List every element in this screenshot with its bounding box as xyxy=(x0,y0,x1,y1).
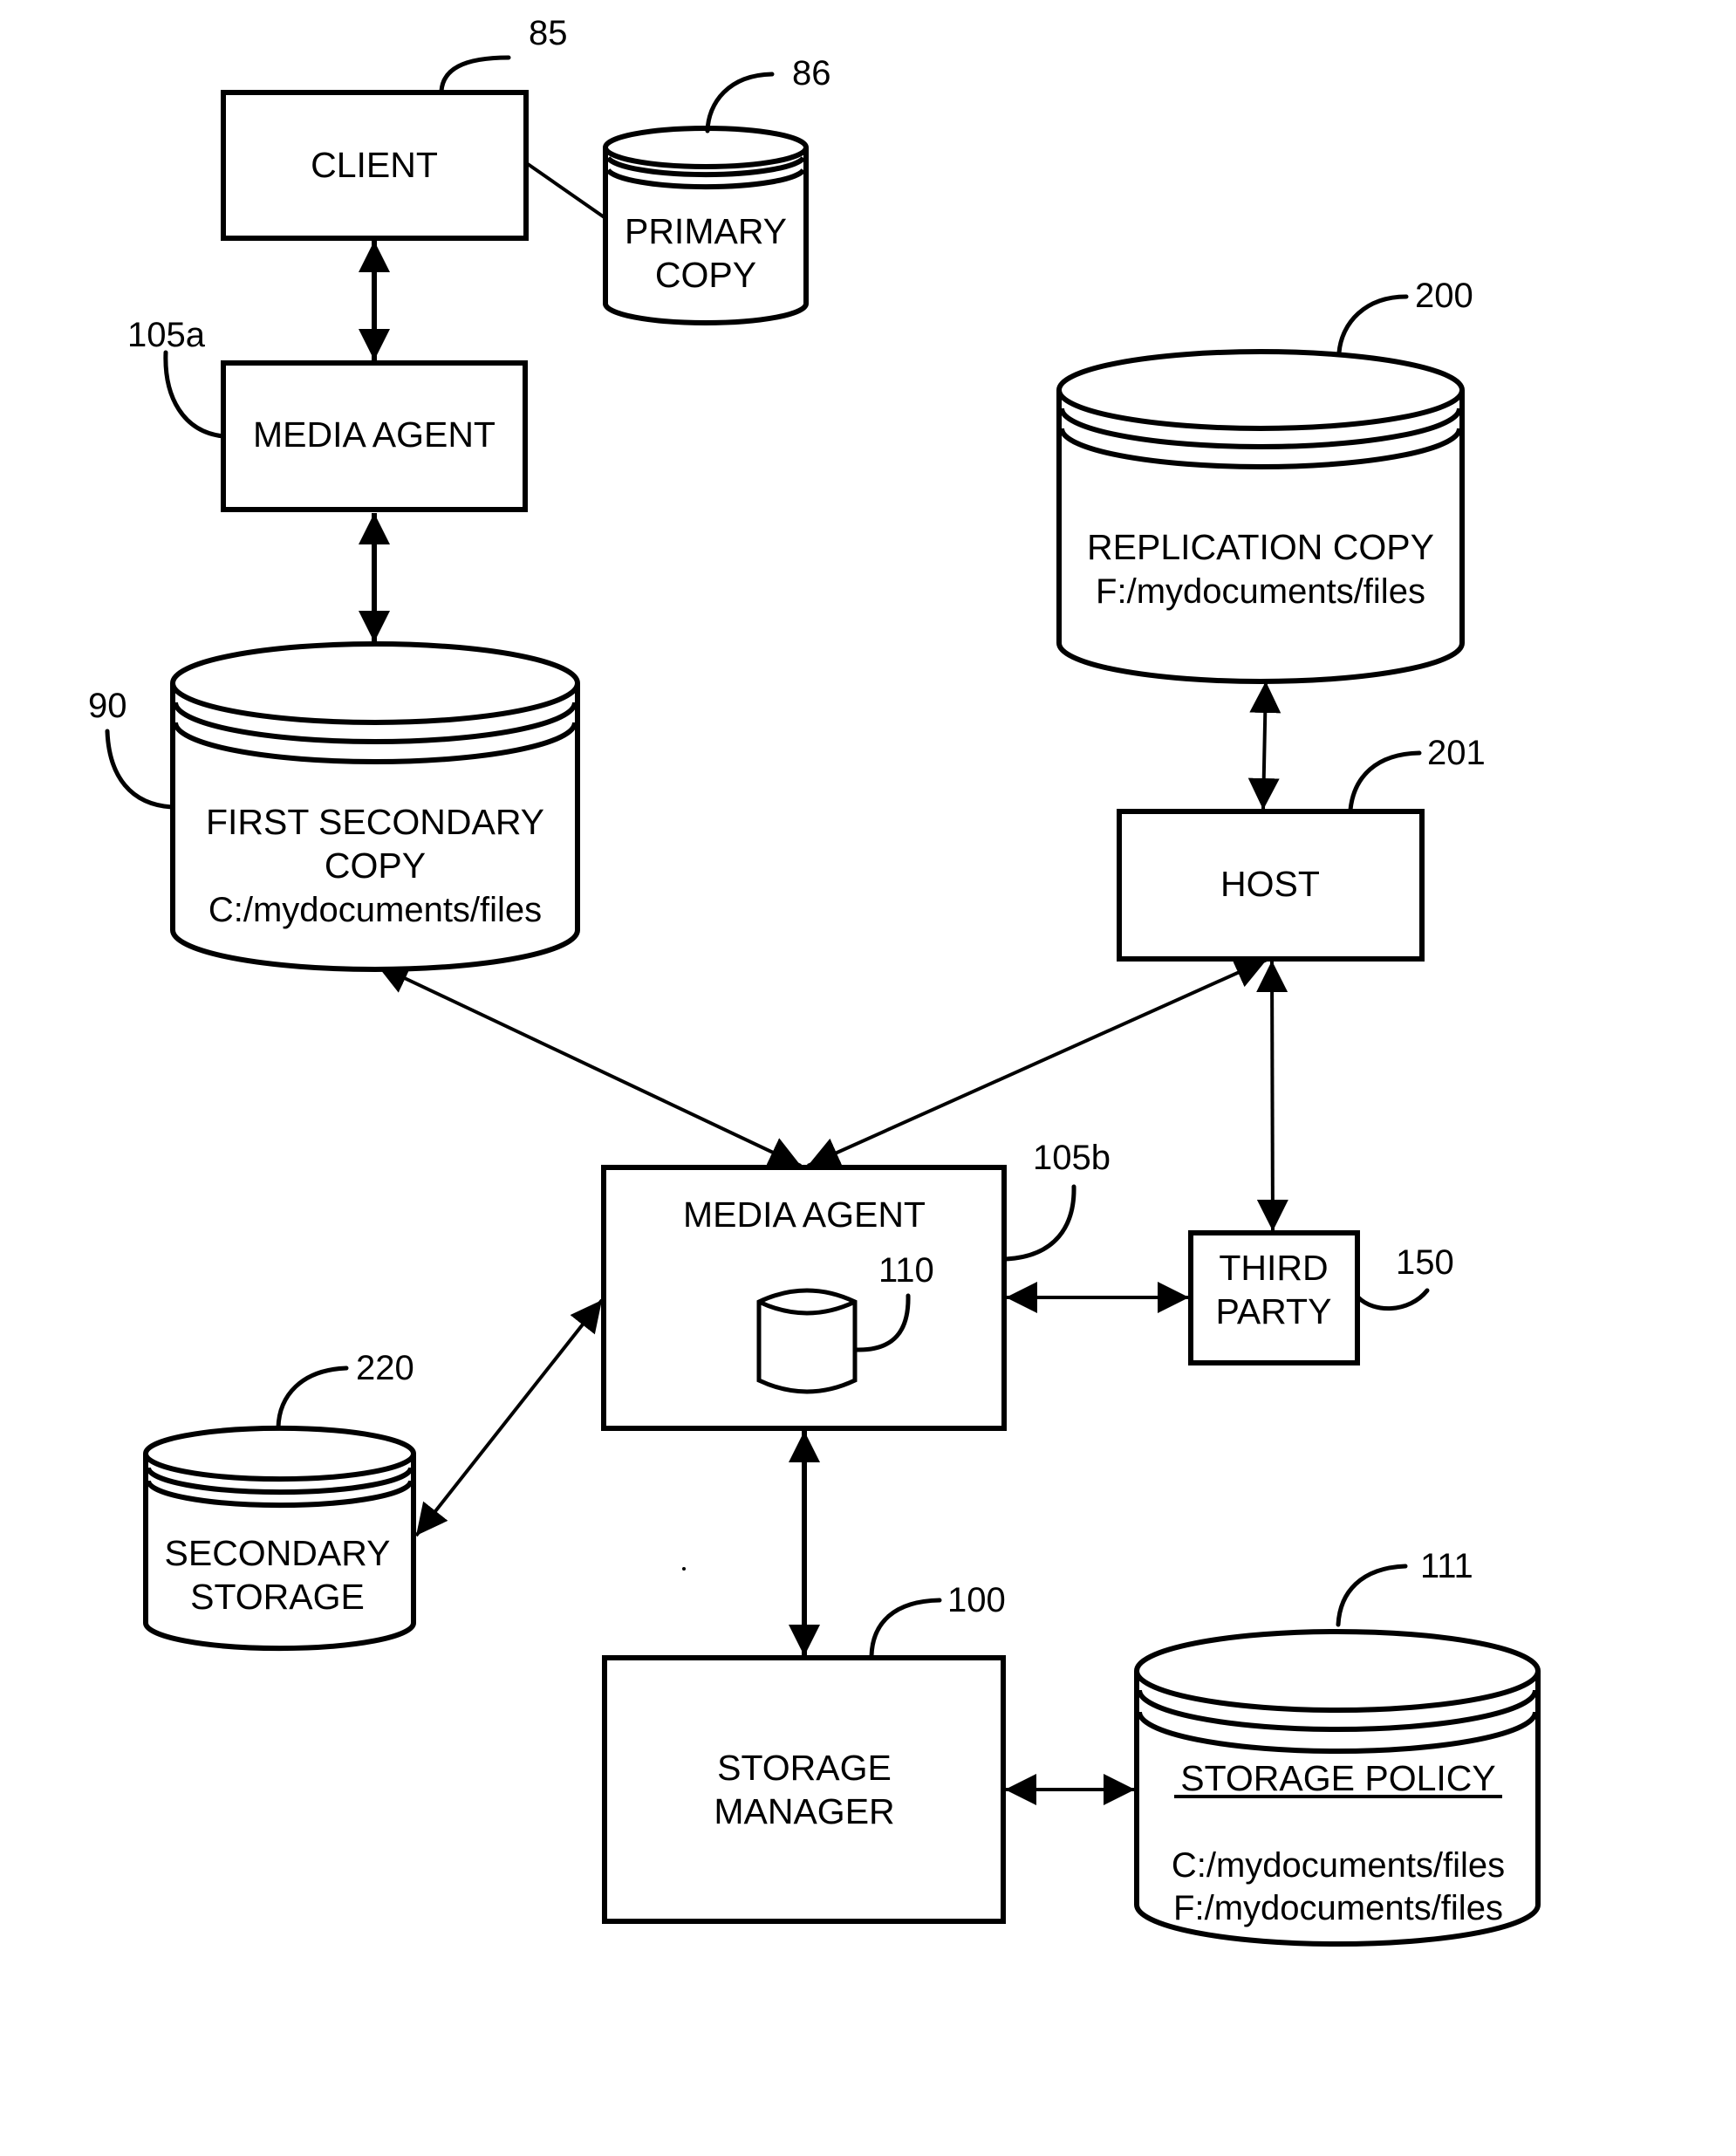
media-agent-a-label: MEDIA AGENT xyxy=(253,414,496,455)
primary-copy-label-line-1: PRIMARY xyxy=(625,211,787,251)
primary-copy-node[interactable]: PRIMARY COPY xyxy=(603,126,809,325)
secondary-storage-node[interactable]: SECONDARY STORAGE xyxy=(143,1425,416,1652)
storage-policy-path-2: F:/mydocuments/files xyxy=(1173,1889,1503,1927)
host-node[interactable]: HOST xyxy=(1117,809,1425,962)
media-agent-a-ref-number: 105a xyxy=(127,316,206,354)
primary-copy-ref-number: 86 xyxy=(792,54,831,92)
third-party-ref-leader xyxy=(1356,1288,1430,1311)
arrow-first-secondary-media-agent-b xyxy=(376,963,802,1167)
first-secondary-copy-label-line-2: COPY xyxy=(325,845,426,886)
third-party-node[interactable]: THIRD PARTY xyxy=(1188,1230,1360,1365)
primary-copy-label-line-2: COPY xyxy=(655,255,756,295)
storage-policy-ref-leader xyxy=(1336,1564,1408,1627)
replication-copy-label: REPLICATION COPY xyxy=(1087,527,1434,567)
client-label: CLIENT xyxy=(311,145,438,185)
storage-manager-node[interactable]: STORAGE MANAGER xyxy=(602,1655,1006,1924)
index-cache-ref-number: 110 xyxy=(878,1251,934,1290)
storage-manager-label-line-1: STORAGE xyxy=(717,1748,892,1788)
storage-policy-path-1: C:/mydocuments/files xyxy=(1172,1846,1505,1885)
secondary-storage-label-line-2: STORAGE xyxy=(190,1577,365,1617)
arrow-host-third-party xyxy=(1256,960,1288,1232)
client-node[interactable]: CLIENT xyxy=(221,90,529,241)
media-agent-b-node[interactable]: MEDIA AGENT 110 xyxy=(601,1165,1007,1431)
first-secondary-copy-label-line-1: FIRST SECONDARY xyxy=(206,802,544,842)
index-cache-icon xyxy=(756,1288,858,1394)
third-party-label-line-2: PARTY xyxy=(1216,1291,1332,1331)
secondary-storage-ref-number: 220 xyxy=(356,1349,414,1387)
host-label: HOST xyxy=(1220,864,1320,904)
scan-speck xyxy=(682,1567,686,1571)
replication-copy-path: F:/mydocuments/files xyxy=(1096,572,1425,611)
media-agent-b-label: MEDIA AGENT xyxy=(683,1194,926,1235)
media-agent-a-ref-leader xyxy=(163,350,226,439)
replication-copy-node[interactable]: REPLICATION COPY F:/mydocuments/files xyxy=(1056,349,1465,684)
arrow-media-agent-b-secondary-storage xyxy=(414,1298,604,1537)
first-secondary-copy-path: C:/mydocuments/files xyxy=(208,891,542,929)
first-secondary-copy-node[interactable]: FIRST SECONDARY COPY C:/mydocuments/file… xyxy=(170,641,580,972)
arrow-replication-host xyxy=(1247,681,1281,811)
media-agent-b-ref-leader xyxy=(1003,1184,1076,1262)
replication-copy-ref-number: 200 xyxy=(1415,277,1473,315)
third-party-ref-number: 150 xyxy=(1396,1243,1454,1282)
client-ref-number: 85 xyxy=(529,14,568,52)
storage-manager-ref-leader xyxy=(869,1598,942,1659)
primary-copy-ref-leader xyxy=(705,72,775,133)
storage-system-diagram: CLIENT 85 PRIMARY COPY 86 MEDIA AGENT 10… xyxy=(88,14,1541,1947)
first-secondary-copy-ref-leader xyxy=(105,729,174,810)
storage-policy-title: STORAGE POLICY xyxy=(1180,1758,1496,1798)
secondary-storage-label-line-1: SECONDARY xyxy=(165,1533,391,1573)
media-agent-b-ref-number: 105b xyxy=(1033,1139,1111,1177)
replication-copy-ref-leader xyxy=(1336,294,1409,355)
storage-manager-label-line-2: MANAGER xyxy=(714,1791,894,1831)
arrow-host-media-agent-b xyxy=(807,958,1268,1167)
secondary-storage-ref-leader xyxy=(276,1365,349,1430)
storage-policy-node[interactable]: STORAGE POLICY C:/mydocuments/files F:/m… xyxy=(1134,1629,1541,1947)
host-ref-number: 201 xyxy=(1427,734,1486,772)
host-ref-leader xyxy=(1348,750,1422,812)
storage-policy-ref-number: 111 xyxy=(1420,1547,1473,1585)
storage-manager-box xyxy=(602,1655,1006,1924)
first-secondary-copy-ref-number: 90 xyxy=(88,687,127,725)
replication-copy-cylinder xyxy=(1056,349,1465,684)
storage-manager-ref-number: 100 xyxy=(947,1581,1006,1619)
connector-client-primary-copy xyxy=(526,162,607,220)
media-agent-a-node[interactable]: MEDIA AGENT xyxy=(221,360,528,512)
third-party-label-line-1: THIRD xyxy=(1219,1248,1328,1288)
client-ref-leader xyxy=(439,55,511,93)
